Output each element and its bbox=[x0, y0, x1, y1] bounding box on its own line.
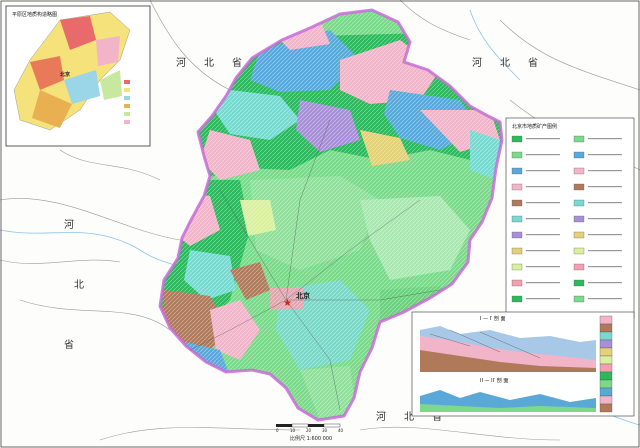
inset-map-label: 北京 bbox=[60, 71, 70, 78]
legend-swatch bbox=[511, 151, 523, 159]
inset-map: 平原区地质构造略图 北京 bbox=[5, 5, 151, 147]
legend-swatch-line bbox=[526, 170, 560, 172]
legend-swatch bbox=[511, 247, 523, 255]
legend-swatch bbox=[511, 215, 523, 223]
province-label: 河 bbox=[472, 57, 486, 69]
strat-layer bbox=[599, 347, 613, 357]
legend-swatch-line bbox=[526, 266, 560, 268]
strat-layer bbox=[599, 403, 613, 413]
legend-swatch-line bbox=[588, 218, 622, 220]
strat-layer bbox=[599, 315, 613, 325]
scale-tick: 20 bbox=[306, 428, 312, 433]
legend-swatch-line bbox=[526, 234, 560, 236]
legend-swatch-line bbox=[588, 138, 622, 140]
strat-layer bbox=[599, 371, 613, 381]
legend-swatch bbox=[573, 215, 585, 223]
legend-swatch bbox=[573, 183, 585, 191]
legend-swatch bbox=[573, 247, 585, 255]
stratigraphic-column bbox=[599, 315, 613, 413]
legend-swatch-line bbox=[526, 282, 560, 284]
legend-swatch-line bbox=[526, 218, 560, 220]
legend-swatch bbox=[573, 279, 585, 287]
legend-swatch bbox=[573, 263, 585, 271]
legend-swatch-line bbox=[526, 298, 560, 300]
legend-swatch bbox=[511, 183, 523, 191]
legend-swatch bbox=[573, 231, 585, 239]
cross-section-panel: I — I′ 剖 面 II — II′ 剖 面 bbox=[411, 311, 635, 417]
legend-swatch-line bbox=[588, 266, 622, 268]
legend-swatch bbox=[573, 167, 585, 175]
province-label: 省 bbox=[64, 338, 78, 351]
scale-tick: 40 bbox=[338, 428, 344, 433]
section-1-title: I — I′ 剖 面 bbox=[480, 315, 505, 322]
strat-layer bbox=[599, 387, 613, 397]
legend-swatch bbox=[511, 295, 523, 303]
legend-swatch-line bbox=[588, 170, 622, 172]
strat-layer bbox=[599, 379, 613, 389]
legend-swatch-line bbox=[588, 202, 622, 204]
scale-tick: 30 bbox=[322, 428, 328, 433]
legend-swatch bbox=[573, 151, 585, 159]
scale-tick: 10 bbox=[290, 428, 296, 433]
legend-title: 北京市地质矿产图例 bbox=[512, 123, 557, 130]
legend-swatch-line bbox=[588, 250, 622, 252]
legend-swatch-line bbox=[588, 234, 622, 236]
capital-star-icon: ★ bbox=[283, 298, 292, 309]
scale-text: 比例尺 1:600 000 bbox=[290, 435, 332, 442]
legend-panel: 北京市地质矿产图例 bbox=[505, 117, 635, 319]
geologic-map: 河 北 省 河 北 省 河 北 省 河 北 省 ★ 北京 平原区地质构造略图 北… bbox=[0, 0, 640, 448]
legend-swatch-line bbox=[588, 298, 622, 300]
legend-swatch bbox=[511, 263, 523, 271]
legend-swatch-line bbox=[526, 202, 560, 204]
legend-swatch-line bbox=[588, 154, 622, 156]
legend-swatch-line bbox=[588, 186, 622, 188]
province-label: 省 bbox=[528, 56, 542, 69]
strat-layer bbox=[599, 331, 613, 341]
province-label: 河 bbox=[64, 219, 78, 231]
legend-swatch bbox=[511, 167, 523, 175]
legend-swatch bbox=[573, 199, 585, 207]
legend-swatch bbox=[511, 135, 523, 143]
strat-layer bbox=[599, 395, 613, 405]
legend-swatch bbox=[511, 199, 523, 207]
legend-swatch bbox=[573, 135, 585, 143]
legend-swatch bbox=[511, 231, 523, 239]
strat-layer bbox=[599, 363, 613, 373]
legend-swatch-line bbox=[588, 282, 622, 284]
strat-layer bbox=[599, 355, 613, 365]
legend-swatch-line bbox=[526, 186, 560, 188]
province-label: 北 bbox=[74, 279, 88, 291]
legend-swatch-line bbox=[526, 154, 560, 156]
legend-swatch-line bbox=[526, 138, 560, 140]
legend-swatch bbox=[573, 295, 585, 303]
legend-swatch-line bbox=[526, 250, 560, 252]
province-label: 河 bbox=[176, 57, 190, 69]
inset-map-title: 平原区地质构造略图 bbox=[12, 11, 57, 18]
strat-layer bbox=[599, 339, 613, 349]
strat-layer bbox=[599, 323, 613, 333]
section-2-title: II — II′ 剖 面 bbox=[480, 377, 508, 384]
capital-label: 北京 bbox=[296, 291, 310, 300]
province-label: 河 bbox=[376, 411, 390, 423]
province-label: 北 bbox=[500, 57, 514, 69]
legend-swatch bbox=[511, 279, 523, 287]
province-label: 北 bbox=[204, 57, 218, 69]
